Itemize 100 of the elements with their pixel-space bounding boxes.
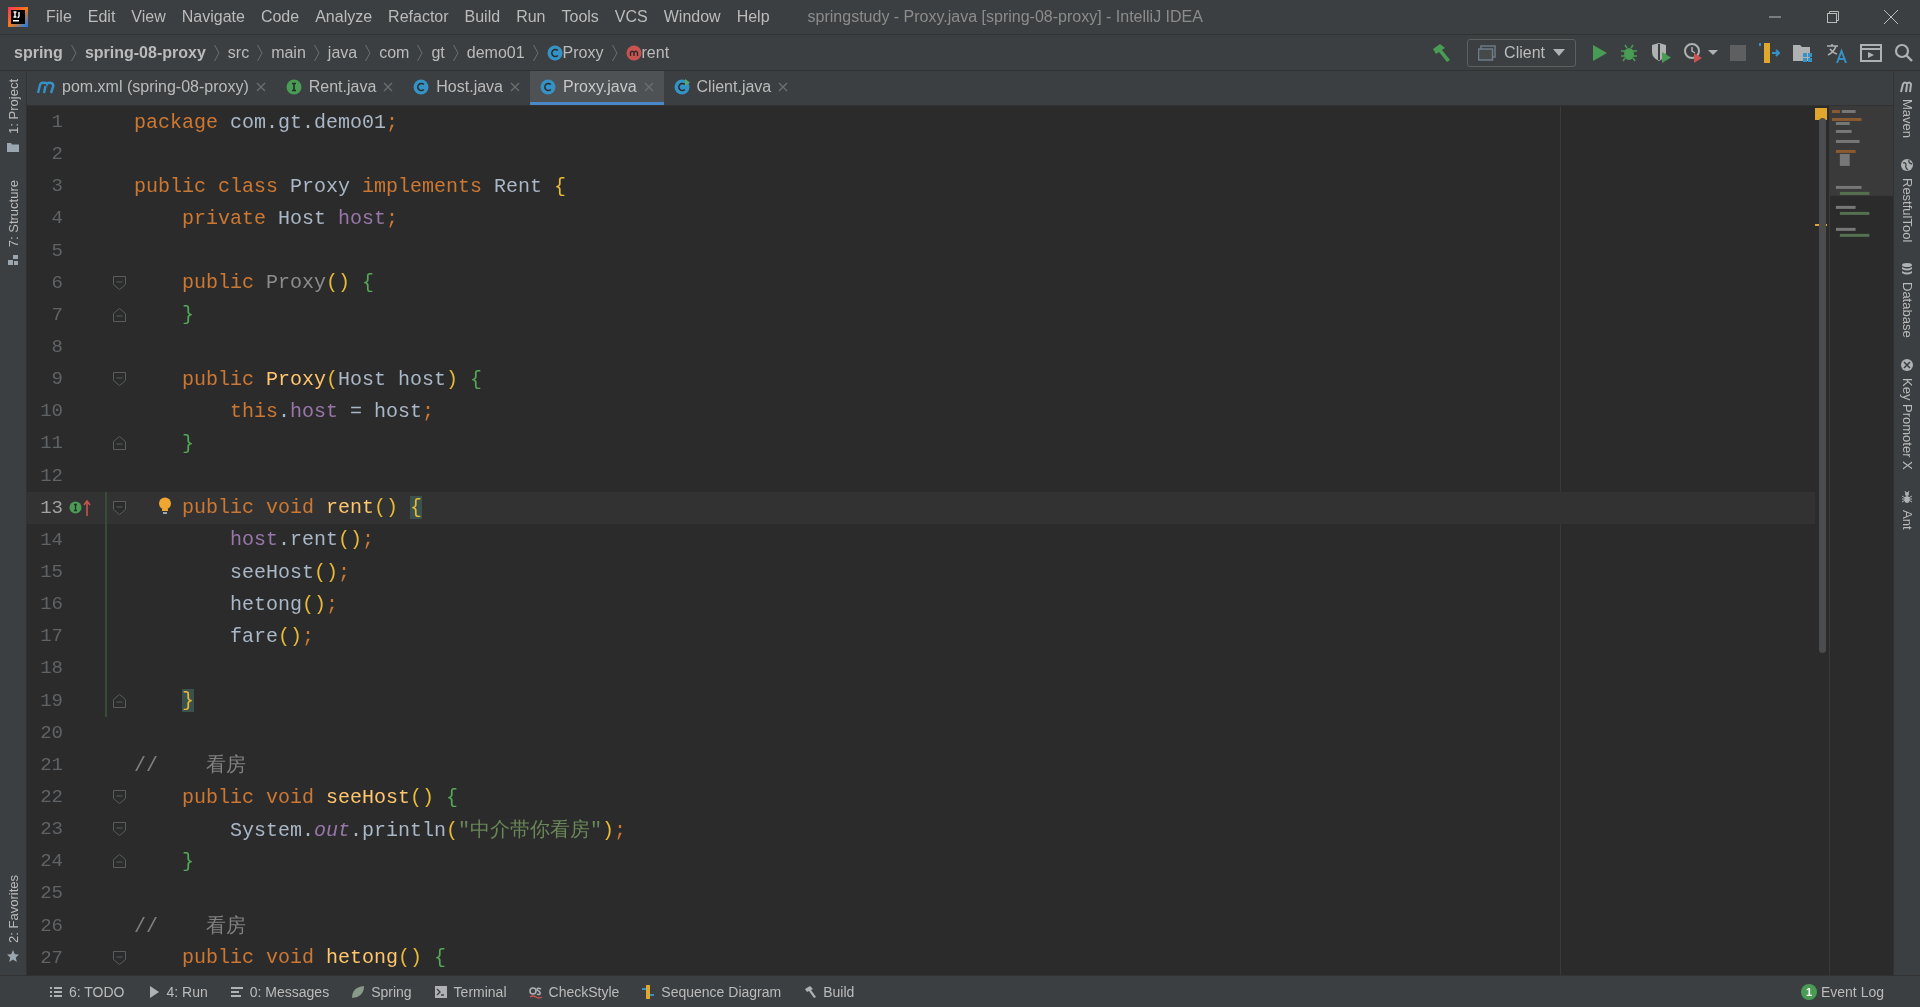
breadcrumb-item[interactable]: demo01 xyxy=(466,43,525,62)
menu-item[interactable]: Edit xyxy=(79,8,124,26)
up-arrow-icon[interactable] xyxy=(83,499,91,516)
menu-item[interactable]: Build xyxy=(456,8,509,26)
menu-item[interactable]: Help xyxy=(728,8,778,26)
tool-window-button[interactable]: Sequence Diagram xyxy=(630,983,793,1000)
close-icon[interactable] xyxy=(1884,10,1898,24)
warning-stripe[interactable] xyxy=(1815,108,1827,120)
fold-marker-icon[interactable] xyxy=(112,307,126,322)
stop-icon[interactable] xyxy=(1730,44,1746,61)
file-tab[interactable]: Proxy.java xyxy=(530,71,664,105)
tool-window-button[interactable]: 0: Messages xyxy=(218,983,341,1000)
tool-window-button[interactable]: 6: TODO xyxy=(38,983,136,1000)
tool-window-button[interactable]: Terminal xyxy=(422,983,518,1000)
code-line: hetong(); xyxy=(229,592,339,616)
run-configuration-dropdown[interactable]: Client xyxy=(1467,38,1576,67)
line-number: 8 xyxy=(50,336,63,359)
bar-arrow-icon[interactable] xyxy=(1758,41,1780,64)
breadcrumb-item[interactable]: spring xyxy=(14,43,63,62)
menu-item[interactable]: File xyxy=(38,8,80,26)
fold-marker-icon[interactable] xyxy=(112,275,126,290)
maven-icon xyxy=(37,79,55,94)
event-log-button[interactable]: 1 Event Log xyxy=(1794,982,1890,1001)
breadcrumb-item[interactable]: java xyxy=(327,43,358,62)
menu-item[interactable]: Refactor xyxy=(380,8,457,26)
chevron-separator-icon xyxy=(452,43,459,62)
file-tab[interactable]: Rent.java xyxy=(275,71,404,105)
scrollbar-thumb[interactable] xyxy=(1819,118,1826,653)
line-number: 11 xyxy=(39,432,63,455)
fold-marker-icon[interactable] xyxy=(112,790,126,804)
tool-window-button[interactable]: 4: Run xyxy=(135,983,219,1000)
lines-icon xyxy=(229,984,244,999)
code-comment: // 看房 xyxy=(134,753,246,779)
breadcrumb-item[interactable]: src xyxy=(227,43,250,62)
database-icon xyxy=(1900,262,1914,277)
menu-item[interactable]: Tools xyxy=(553,8,607,26)
line-number: 26 xyxy=(39,914,63,937)
globe-icon xyxy=(1900,158,1914,173)
fold-marker-icon[interactable] xyxy=(112,854,126,869)
code-line: package com.gt.demo01; xyxy=(134,110,399,134)
fold-marker-icon[interactable] xyxy=(112,500,126,515)
menu-item[interactable]: VCS xyxy=(606,8,656,26)
fold-marker-icon[interactable] xyxy=(112,693,126,708)
notification-count: 1 xyxy=(1800,983,1817,1000)
menu-item[interactable]: Navigate xyxy=(173,8,253,26)
menu-item[interactable]: Window xyxy=(655,8,729,26)
menu-item[interactable]: Code xyxy=(252,8,308,26)
tool-window-button[interactable]: Build xyxy=(792,983,866,1000)
hammer-icon[interactable] xyxy=(1431,42,1452,63)
chevron-separator-icon xyxy=(213,43,220,62)
fold-marker-icon[interactable] xyxy=(112,950,126,965)
tool-window-button[interactable]: CheckStyle xyxy=(517,983,631,1000)
sequence-icon xyxy=(641,984,656,999)
chevron-separator-icon xyxy=(313,43,320,62)
presentation-icon[interactable] xyxy=(1860,42,1882,63)
file-tab[interactable]: pom.xml (spring-08-proxy) xyxy=(27,71,276,105)
clock-run-icon[interactable] xyxy=(1684,42,1718,63)
tool-window-tab[interactable]: RestfulTool xyxy=(1899,178,1915,243)
line-number: 15 xyxy=(39,561,63,584)
code-line: public Proxy(Host host) { xyxy=(181,367,483,391)
search-icon[interactable] xyxy=(1894,42,1914,63)
tool-window-tab[interactable]: 1: Project xyxy=(5,79,21,134)
line-number: 16 xyxy=(39,593,63,616)
breadcrumb-item[interactable]: Proxy xyxy=(562,43,604,62)
lightbulb-icon[interactable] xyxy=(158,496,172,515)
class-icon xyxy=(673,78,690,95)
structure-icon xyxy=(6,253,20,268)
breadcrumb-item[interactable]: com xyxy=(379,43,410,62)
breadcrumb-item[interactable]: main xyxy=(271,43,306,62)
file-tab[interactable]: Host.java xyxy=(403,71,530,105)
file-tab[interactable]: Client.java xyxy=(663,71,799,105)
code-line: } xyxy=(181,303,194,327)
tool-window-tab[interactable]: Key Promoter X xyxy=(1899,378,1915,470)
menu-item[interactable]: View xyxy=(123,8,174,26)
tool-window-tab[interactable]: Ant xyxy=(1899,509,1915,530)
menu-item[interactable]: Analyze xyxy=(307,8,381,26)
menu-item[interactable]: Run xyxy=(508,8,554,26)
tool-window-tab[interactable]: 7: Structure xyxy=(5,179,21,248)
tool-window-tab[interactable]: Maven xyxy=(1899,99,1915,139)
line-number: 3 xyxy=(50,175,63,198)
line-number: 24 xyxy=(39,850,63,873)
code-line: public Proxy() { xyxy=(181,271,375,295)
implements-marker-icon[interactable] xyxy=(69,501,82,515)
code-comment: // 看房 xyxy=(134,914,246,940)
breadcrumb-item[interactable]: rent xyxy=(641,43,670,62)
breadcrumb-item[interactable]: gt xyxy=(431,43,445,62)
shield-run-icon[interactable] xyxy=(1650,42,1672,63)
fold-marker-icon[interactable] xyxy=(112,436,126,451)
tool-window-tab[interactable]: Database xyxy=(1899,282,1915,338)
fold-marker-icon[interactable] xyxy=(112,822,126,837)
bug-icon[interactable] xyxy=(1620,43,1638,62)
translate-icon[interactable] xyxy=(1826,41,1848,64)
restore-icon[interactable] xyxy=(1827,11,1839,23)
breadcrumb-item[interactable]: spring-08-proxy xyxy=(84,43,206,62)
fold-marker-icon[interactable] xyxy=(112,372,126,387)
tool-window-tab[interactable]: 2: Favorites xyxy=(5,875,21,943)
tool-window-button[interactable]: Spring xyxy=(340,983,423,1000)
folder-grid-icon[interactable] xyxy=(1792,42,1814,63)
run-icon[interactable] xyxy=(1592,43,1608,62)
code-line: public void rent() { xyxy=(181,496,423,520)
